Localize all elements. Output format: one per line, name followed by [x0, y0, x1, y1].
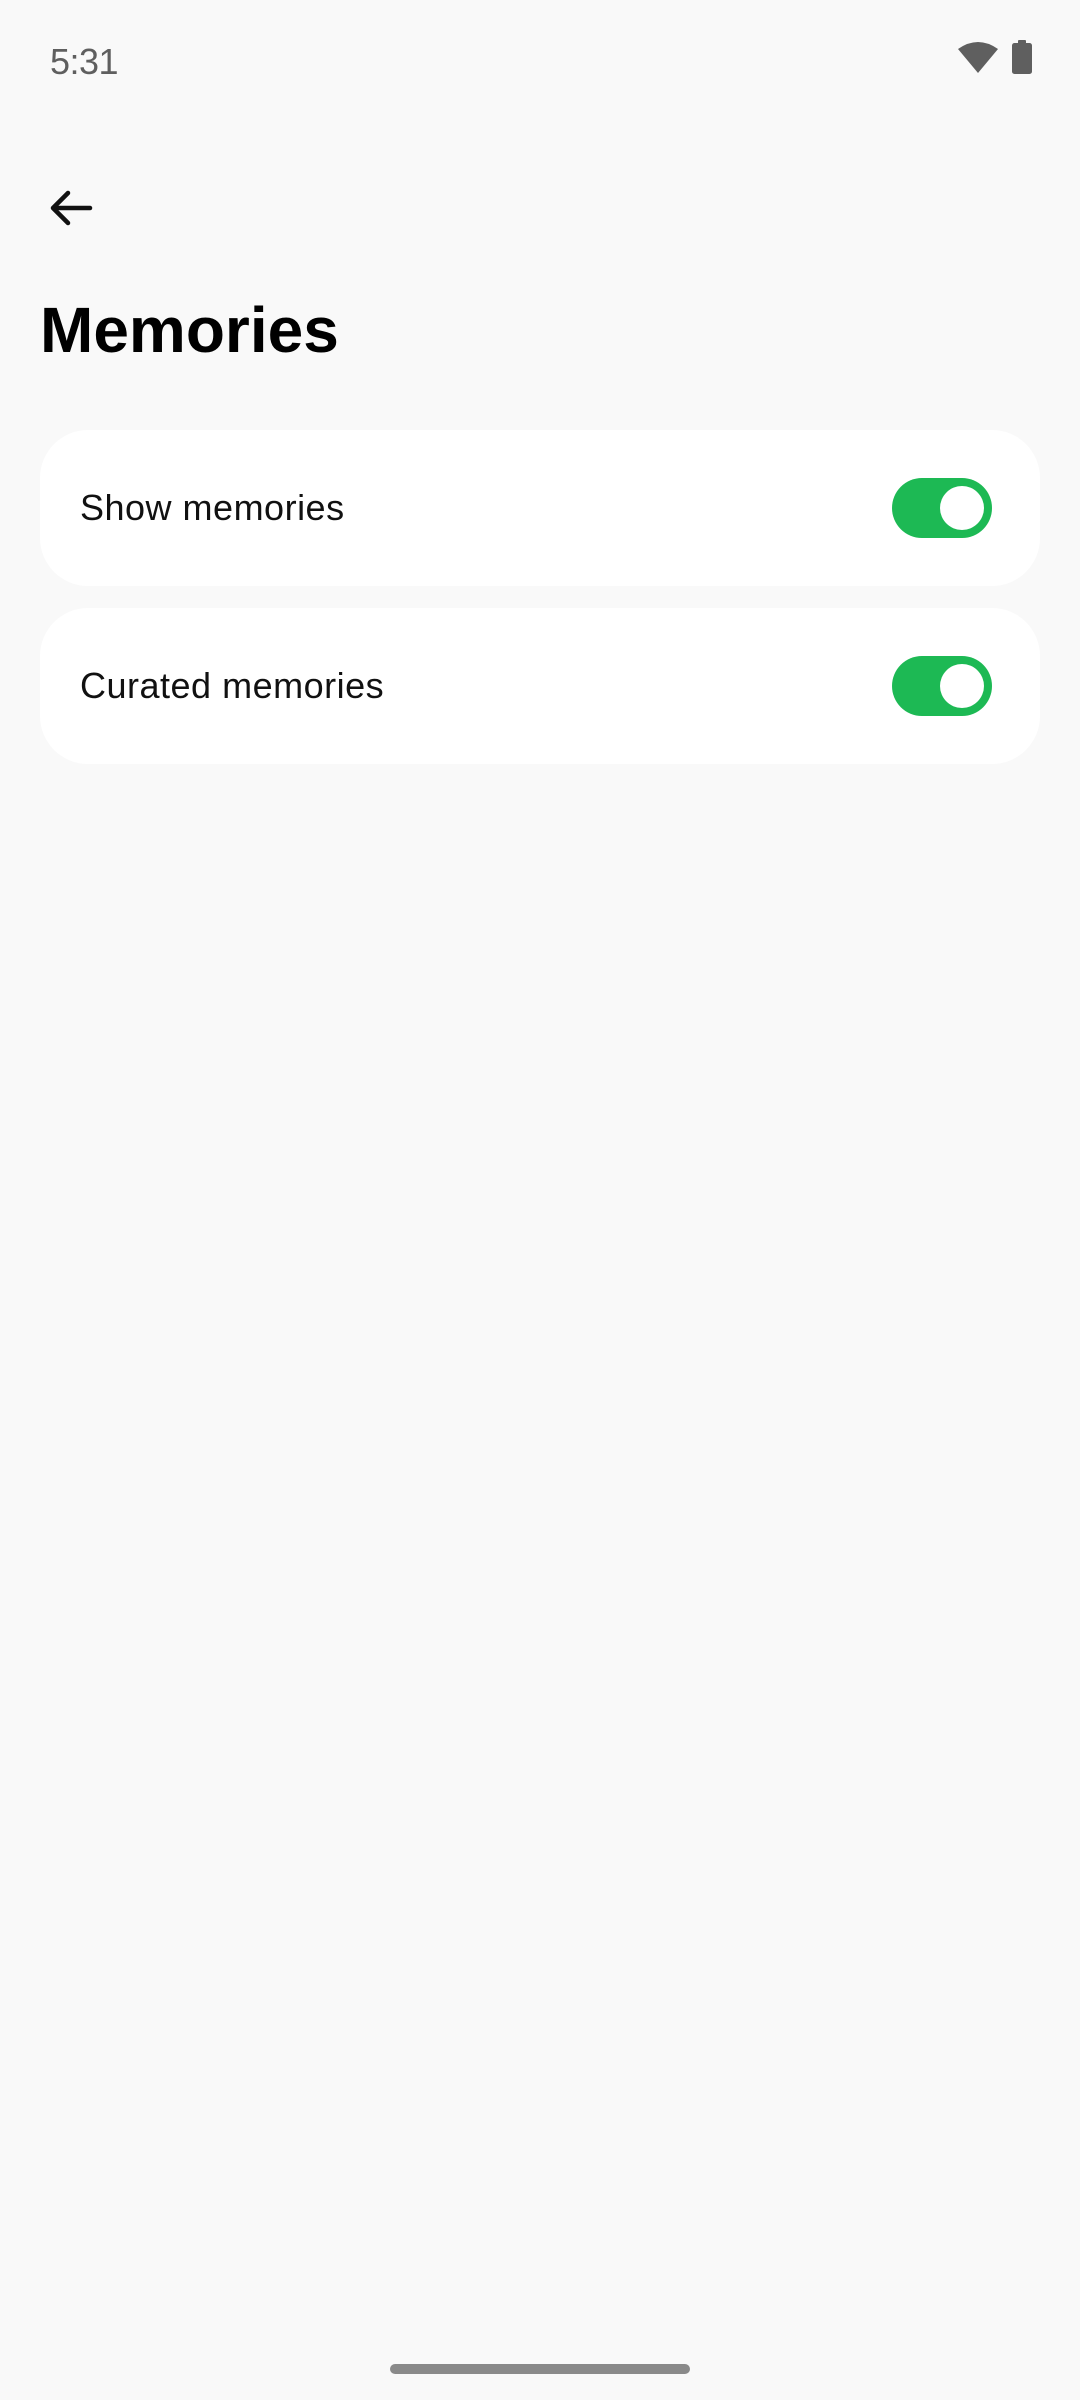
status-icons — [958, 40, 1032, 74]
show-memories-toggle[interactable] — [892, 478, 992, 538]
wifi-icon — [958, 41, 998, 73]
settings-list: Show memories Curated memories — [40, 430, 1040, 786]
back-button[interactable] — [30, 168, 110, 248]
toggle-thumb — [940, 664, 984, 708]
curated-memories-toggle[interactable] — [892, 656, 992, 716]
curated-memories-label: Curated memories — [80, 665, 385, 706]
arrow-back-icon — [46, 184, 94, 232]
page-title: Memories — [40, 294, 339, 366]
show-memories-label: Show memories — [80, 487, 345, 528]
status-time: 5:31 — [50, 41, 119, 82]
show-memories-setting[interactable]: Show memories — [40, 430, 1040, 586]
toggle-thumb — [940, 486, 984, 530]
gesture-navigation-bar[interactable] — [390, 2364, 690, 2374]
battery-icon — [1012, 40, 1032, 74]
status-bar: 5:31 — [0, 0, 1080, 126]
curated-memories-setting[interactable]: Curated memories — [40, 608, 1040, 764]
